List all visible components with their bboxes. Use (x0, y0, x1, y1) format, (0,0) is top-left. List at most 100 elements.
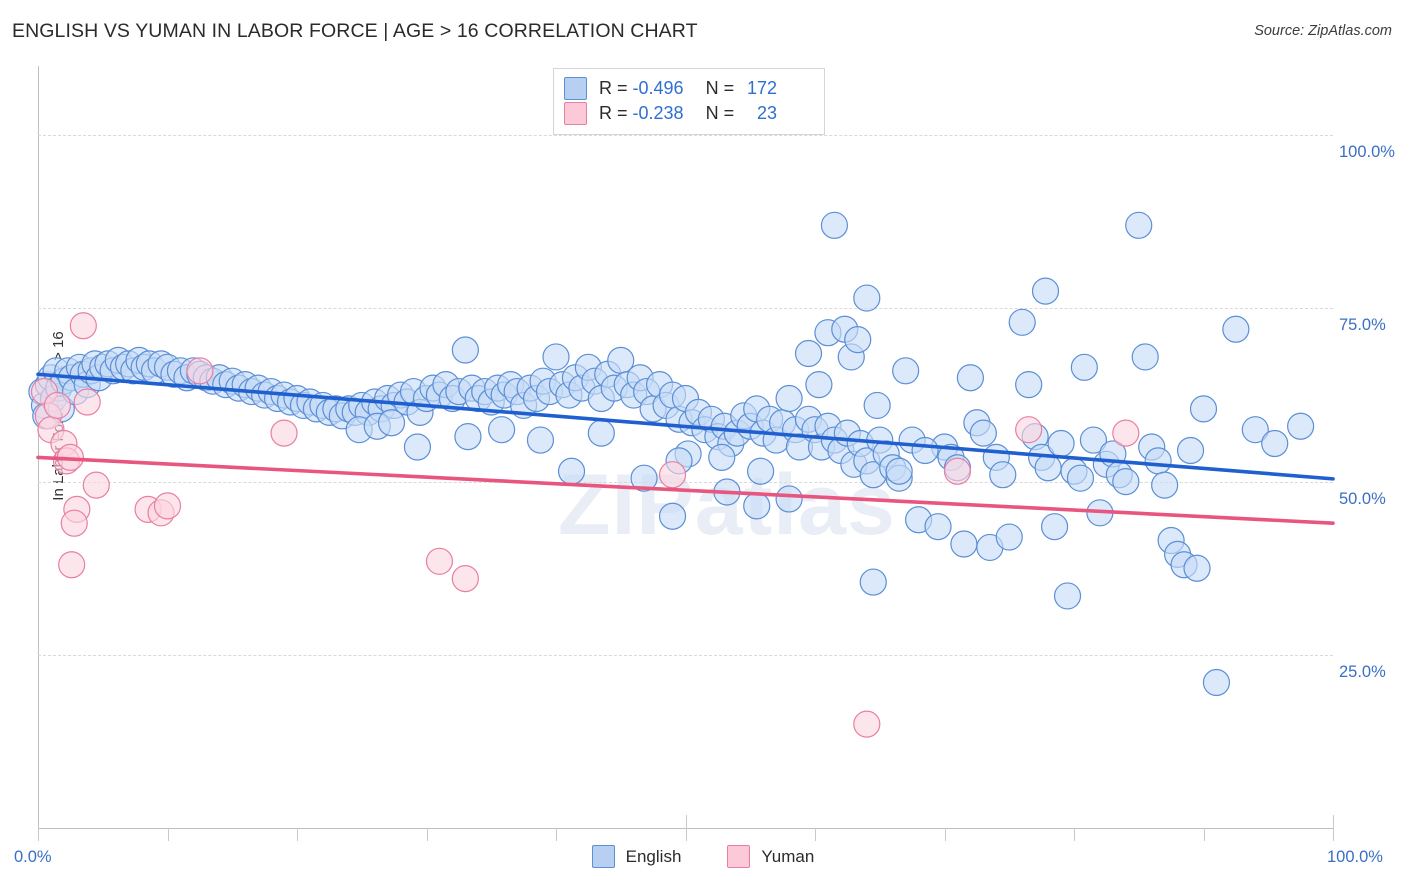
data-point[interactable] (451, 565, 479, 593)
data-point[interactable] (805, 371, 833, 399)
data-point[interactable] (863, 391, 891, 420)
chart-page: ENGLISH VS YUMAN IN LABOR FORCE | AGE > … (0, 0, 1406, 892)
x-tick-mark (1074, 828, 1075, 841)
data-point[interactable] (853, 710, 881, 738)
data-point[interactable] (542, 343, 570, 371)
y-tick-label: 100.0% (1339, 143, 1395, 162)
data-point[interactable] (1031, 277, 1060, 305)
x-tick-mark (1203, 828, 1205, 841)
data-point[interactable] (989, 461, 1017, 489)
data-point[interactable] (1070, 353, 1098, 381)
data-point[interactable] (892, 357, 920, 385)
data-point[interactable] (775, 384, 803, 413)
data-point[interactable] (844, 326, 872, 354)
data-point[interactable] (1008, 308, 1036, 336)
data-point[interactable] (775, 485, 803, 513)
data-point[interactable] (885, 457, 913, 485)
legend-item-english[interactable]: English (591, 845, 682, 868)
stats-row-yuman: R = -0.238 N = 23 (564, 101, 814, 126)
data-point[interactable] (1189, 395, 1218, 423)
data-point[interactable] (1131, 343, 1159, 371)
data-point[interactable] (658, 502, 687, 530)
data-point[interactable] (451, 336, 479, 364)
source-label: Source: ZipAtlas.com (1254, 23, 1392, 39)
data-point[interactable] (1040, 513, 1069, 541)
data-point[interactable] (69, 312, 97, 340)
data-point[interactable] (1066, 464, 1095, 492)
yuman-r-value: -0.238 (632, 103, 684, 123)
data-point[interactable] (454, 423, 482, 451)
legend-item-yuman[interactable]: Yuman (727, 845, 814, 868)
y-tick-label: 25.0% (1339, 662, 1386, 681)
english-swatch-icon (564, 77, 587, 100)
data-point[interactable] (1034, 454, 1062, 482)
data-point[interactable] (488, 416, 516, 444)
data-point[interactable] (956, 364, 985, 392)
data-point[interactable] (658, 461, 687, 489)
yuman-n-label: N = (705, 103, 735, 123)
legend-label-yuman: Yuman (761, 846, 815, 866)
data-point[interactable] (708, 443, 736, 471)
x-tick-mark (426, 828, 428, 841)
series-legend: English Yuman (0, 845, 1406, 868)
data-point[interactable] (73, 388, 101, 416)
x-tick-mark (815, 828, 816, 841)
data-point[interactable] (1015, 371, 1043, 399)
data-point[interactable] (794, 339, 823, 368)
data-point[interactable] (1144, 447, 1172, 475)
data-point[interactable] (820, 211, 849, 239)
data-point[interactable] (60, 509, 88, 537)
data-point[interactable] (82, 471, 110, 499)
data-point[interactable] (186, 357, 214, 385)
data-point[interactable] (43, 391, 72, 420)
chart-header: ENGLISH VS YUMAN IN LABOR FORCE | AGE > … (0, 0, 1406, 56)
data-point[interactable] (950, 530, 978, 558)
y-tick-label: 75.0% (1339, 316, 1386, 335)
data-point[interactable] (1261, 429, 1289, 458)
x-tick-mark (944, 828, 946, 841)
data-point[interactable] (1053, 582, 1082, 610)
data-point[interactable] (943, 457, 972, 485)
data-point[interactable] (557, 457, 586, 485)
x-tick-mark (38, 828, 39, 841)
data-point[interactable] (995, 523, 1023, 551)
data-point[interactable] (1176, 436, 1205, 465)
x-tick-mark (297, 828, 298, 841)
data-point[interactable] (853, 284, 881, 312)
scatter-plot (28, 211, 1335, 738)
data-point[interactable] (1112, 419, 1140, 447)
data-point[interactable] (153, 492, 182, 520)
data-point[interactable] (58, 551, 86, 579)
page-title: ENGLISH VS YUMAN IN LABOR FORCE | AGE > … (12, 20, 698, 42)
english-n-label: N = (705, 78, 735, 98)
data-point[interactable] (1047, 429, 1075, 458)
data-point[interactable] (403, 433, 432, 461)
data-point[interactable] (911, 436, 939, 465)
data-point[interactable] (1183, 554, 1211, 582)
data-point[interactable] (1222, 315, 1250, 343)
data-point[interactable] (587, 419, 615, 447)
data-point[interactable] (377, 409, 406, 437)
data-point[interactable] (1112, 468, 1140, 496)
data-point[interactable] (270, 419, 298, 447)
data-point[interactable] (1151, 471, 1179, 499)
x-tick-mark (1333, 815, 1334, 841)
yuman-r-label: R = (599, 103, 628, 123)
english-r-label: R = (599, 78, 628, 98)
data-point[interactable] (1125, 211, 1153, 239)
correlation-stats-box: R = -0.496 N = 172 R = -0.238 N = 23 (553, 68, 825, 135)
data-point[interactable] (1015, 416, 1043, 444)
legend-label-english: English (625, 846, 682, 866)
data-point[interactable] (1202, 668, 1231, 697)
yuman-swatch-icon (564, 102, 587, 125)
data-point[interactable] (747, 457, 775, 485)
data-point[interactable] (859, 568, 887, 596)
data-point[interactable] (425, 547, 454, 575)
data-point[interactable] (1287, 412, 1315, 440)
yuman-n-value: 23 (757, 103, 778, 123)
data-point[interactable] (743, 492, 771, 520)
data-point[interactable] (526, 426, 555, 454)
data-point[interactable] (924, 513, 952, 541)
data-point[interactable] (969, 419, 997, 447)
plot-area: In Labor Force | Age > 16 ZIPatlas 100.0… (14, 66, 1395, 866)
